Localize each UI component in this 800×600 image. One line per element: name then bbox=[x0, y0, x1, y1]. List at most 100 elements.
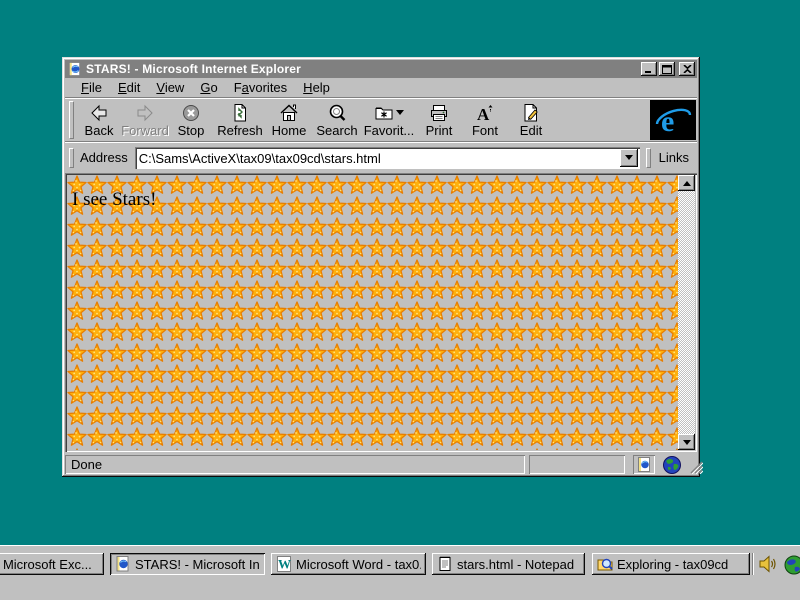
menu-label-part: o bbox=[210, 80, 217, 95]
menu-label-part: E bbox=[118, 80, 127, 95]
menu-edit[interactable]: Edit bbox=[110, 79, 148, 97]
menu-label-part: a bbox=[242, 80, 249, 95]
scrollbar-down-icon bbox=[683, 440, 691, 445]
menu-label-part: G bbox=[200, 80, 210, 95]
vertical-scrollbar[interactable] bbox=[678, 175, 695, 450]
menu-help[interactable]: Help bbox=[295, 79, 338, 97]
svg-text:W: W bbox=[278, 557, 291, 572]
taskbar-button-label: - Microsoft Exc... bbox=[0, 557, 92, 572]
print-icon bbox=[429, 103, 449, 123]
menu-label-part: V bbox=[156, 80, 164, 95]
taskbar-button-label: Exploring - tax09cd bbox=[617, 557, 728, 572]
star-background: I see Stars! bbox=[67, 175, 678, 450]
menu-label-part: F bbox=[234, 80, 242, 95]
taskbar-button-word[interactable]: W Microsoft Word - tax0... bbox=[271, 553, 426, 575]
home-icon bbox=[279, 103, 299, 123]
maximize-button[interactable] bbox=[659, 62, 675, 76]
print-button[interactable]: Print bbox=[416, 99, 462, 141]
search-icon bbox=[327, 103, 347, 123]
font-icon: A bbox=[475, 103, 495, 123]
menu-label-part: ile bbox=[89, 80, 102, 95]
explorer-icon bbox=[597, 556, 613, 572]
status-globe bbox=[659, 455, 685, 474]
menu-label-part: vorites bbox=[249, 80, 287, 95]
svg-text:A: A bbox=[477, 105, 490, 123]
speaker-icon[interactable] bbox=[758, 554, 778, 574]
links-bar[interactable]: Links bbox=[644, 146, 695, 170]
menu-go[interactable]: Go bbox=[192, 79, 225, 97]
taskbar-button-label: Microsoft Word - tax0... bbox=[296, 557, 421, 572]
menu-label-part: iew bbox=[165, 80, 185, 95]
address-dropdown-button[interactable] bbox=[620, 149, 638, 167]
toolbar-spacer bbox=[554, 99, 650, 141]
toolbar-button-label: Font bbox=[472, 123, 498, 138]
ie-document-icon bbox=[637, 457, 651, 473]
taskbar-button-excel[interactable]: - Microsoft Exc... bbox=[0, 553, 104, 575]
toolbar-button-label: Search bbox=[316, 123, 357, 138]
toolbar: Back Forward Stop Refresh bbox=[65, 99, 697, 141]
menu-label-part: dit bbox=[127, 80, 141, 95]
favorites-button[interactable]: Favorit... bbox=[362, 99, 416, 141]
window-title: STARS! - Microsoft Internet Explorer bbox=[86, 62, 641, 76]
edit-icon bbox=[521, 103, 541, 123]
minimize-button[interactable] bbox=[641, 62, 657, 76]
address-input[interactable] bbox=[135, 147, 620, 169]
address-label: Address bbox=[76, 150, 135, 165]
taskbar: - Microsoft Exc... STARS! - Microsoft In… bbox=[0, 545, 800, 600]
refresh-button[interactable]: Refresh bbox=[214, 99, 266, 141]
address-field bbox=[135, 147, 640, 169]
toolbar-button-label: Back bbox=[85, 123, 114, 138]
taskbar-button-ie-stars[interactable]: STARS! - Microsoft In... bbox=[110, 553, 265, 575]
ie-logo-icon: e bbox=[650, 100, 696, 140]
scroll-down-button[interactable] bbox=[678, 434, 695, 450]
back-button[interactable]: Back bbox=[76, 99, 122, 141]
close-button[interactable] bbox=[679, 62, 695, 76]
status-document-panel bbox=[633, 455, 655, 474]
stop-button[interactable]: Stop bbox=[168, 99, 214, 141]
search-button[interactable]: Search bbox=[312, 99, 362, 141]
titlebar[interactable]: STARS! - Microsoft Internet Explorer bbox=[65, 60, 697, 78]
taskbar-button-label: STARS! - Microsoft In... bbox=[135, 557, 260, 572]
resize-grip[interactable] bbox=[689, 455, 703, 474]
desktop: { "window": { "title": "STARS! - Microso… bbox=[0, 0, 800, 600]
notepad-icon bbox=[437, 556, 453, 572]
menu-label-part: H bbox=[303, 80, 312, 95]
dropdown-arrow-icon bbox=[396, 110, 404, 115]
font-button[interactable]: A Font bbox=[462, 99, 508, 141]
menu-favorites[interactable]: Favorites bbox=[226, 79, 295, 97]
forward-button: Forward bbox=[122, 99, 168, 141]
scrollbar-track[interactable] bbox=[678, 191, 695, 434]
status-message-panel: Done bbox=[65, 455, 525, 474]
addressbar-grip[interactable] bbox=[69, 148, 74, 168]
menu-label-part: elp bbox=[313, 80, 330, 95]
refresh-icon bbox=[230, 103, 250, 123]
resize-grip-icon bbox=[690, 461, 703, 474]
svg-text:e: e bbox=[661, 105, 674, 138]
status-secondary-panel bbox=[529, 455, 625, 474]
taskbar-button-explorer[interactable]: Exploring - tax09cd bbox=[592, 553, 750, 575]
browser-window: STARS! - Microsoft Internet Explorer Fil… bbox=[62, 57, 700, 477]
toolbar-grip[interactable] bbox=[69, 101, 74, 139]
links-grip[interactable] bbox=[646, 148, 651, 168]
scroll-up-button[interactable] bbox=[678, 175, 695, 191]
links-label: Links bbox=[653, 150, 695, 165]
toolbar-button-label: Print bbox=[426, 123, 453, 138]
minimize-icon bbox=[644, 65, 654, 74]
toolbar-button-label: Home bbox=[272, 123, 307, 138]
toolbar-button-label: Forward bbox=[121, 123, 169, 138]
back-arrow-icon bbox=[89, 103, 109, 123]
home-button[interactable]: Home bbox=[266, 99, 312, 141]
tray-divider bbox=[752, 553, 754, 575]
taskbar-button-notepad[interactable]: stars.html - Notepad bbox=[432, 553, 585, 575]
edit-button[interactable]: Edit bbox=[508, 99, 554, 141]
stop-icon bbox=[181, 103, 201, 123]
ie-document-icon bbox=[67, 62, 83, 77]
toolbar-button-label: Favorit... bbox=[364, 123, 415, 138]
menu-file[interactable]: File bbox=[73, 79, 110, 97]
page-heading: I see Stars! bbox=[72, 189, 156, 211]
addressbar: Address Links bbox=[65, 143, 697, 172]
statusbar: Done bbox=[65, 453, 697, 474]
status-text: Done bbox=[71, 457, 102, 472]
menu-view[interactable]: View bbox=[148, 79, 192, 97]
network-globe-icon[interactable] bbox=[783, 554, 800, 576]
